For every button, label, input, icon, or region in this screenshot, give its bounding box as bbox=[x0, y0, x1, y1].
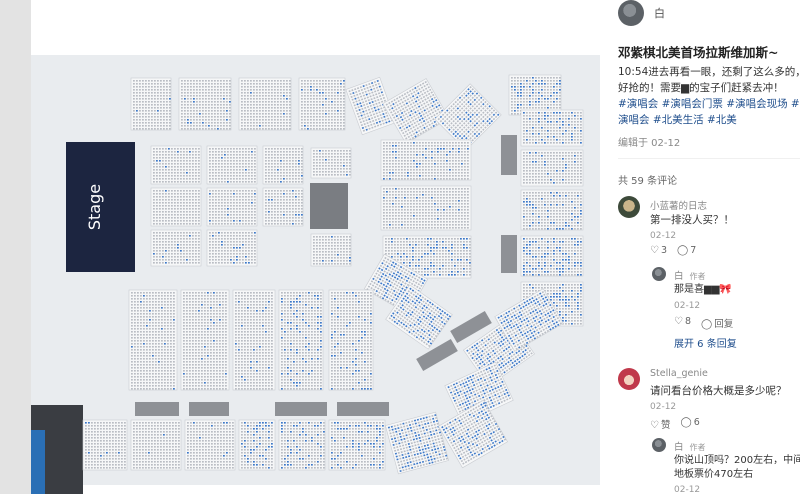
seat-section bbox=[130, 419, 182, 471]
divider bbox=[618, 158, 800, 159]
seat-section bbox=[508, 74, 562, 116]
seat-section bbox=[232, 289, 276, 391]
commenter-avatar[interactable] bbox=[618, 368, 640, 390]
chat-bubble-icon: ◯ bbox=[680, 417, 692, 428]
expand-replies-link[interactable]: 展开 6 条回复 bbox=[674, 335, 737, 350]
comment-actions: ♡ 3 ◯ 7 bbox=[650, 245, 696, 256]
chat-bubble-icon: ◯ bbox=[701, 319, 713, 330]
comment-date: 02-12 bbox=[650, 231, 677, 241]
seat-section bbox=[128, 289, 178, 391]
like-button[interactable]: ♡ 赞 bbox=[650, 417, 670, 431]
post-panel: 白 邓紫棋北美首场拉斯维加斯~ 10:54进去再看一眼，还剩了这么多的， 好抢的… bbox=[600, 0, 800, 494]
seat-section bbox=[238, 419, 276, 471]
commenter-name[interactable]: 小蓝薯的日志 bbox=[650, 198, 707, 212]
seat-section bbox=[178, 77, 232, 131]
post-tags[interactable]: #演唱会 #演唱会门票 #演唱会现场 #邓 bbox=[618, 96, 800, 112]
seat-section bbox=[150, 145, 202, 185]
author-tag: 作者 bbox=[689, 272, 706, 281]
seat-section bbox=[328, 289, 374, 391]
seat-section bbox=[262, 187, 304, 227]
seat-section bbox=[82, 419, 128, 471]
like-button[interactable]: ♡ 8 bbox=[674, 316, 691, 330]
heart-icon: ♡ bbox=[650, 420, 659, 431]
reply-date: 02-12 bbox=[674, 485, 701, 494]
comment-actions: ♡ 赞 ◯ 6 bbox=[650, 417, 700, 431]
stage-label: Stage bbox=[85, 184, 104, 230]
post-body: 10:54进去再看一眼，还剩了这么多的， 好抢的！需要▆的宝子们赶紧去冲！ #演… bbox=[618, 64, 800, 128]
seat-section bbox=[278, 419, 326, 471]
seat-section bbox=[520, 149, 584, 187]
seat-map-photo[interactable]: Stage bbox=[31, 0, 600, 494]
reply-avatar[interactable] bbox=[652, 267, 666, 281]
seat-section bbox=[380, 185, 472, 231]
comment-text: 第一排没人买？！ bbox=[650, 214, 734, 226]
reply-avatar[interactable] bbox=[652, 438, 666, 452]
reply-text-line: 地板票价470左右 bbox=[674, 469, 754, 480]
reply-text: 那是喜▆▆🎀 bbox=[674, 284, 732, 295]
post-body-line: 好抢的！需要▆的宝子们赶紧去冲！ bbox=[618, 82, 784, 94]
seat-section bbox=[150, 229, 202, 267]
reply-button[interactable]: ◯ 回复 bbox=[701, 316, 733, 330]
author-row[interactable]: 白 bbox=[618, 0, 665, 26]
commenter-name[interactable]: Stella_genie bbox=[650, 368, 708, 379]
reply-count-button[interactable]: ◯ 6 bbox=[680, 417, 699, 431]
seat-section bbox=[380, 139, 472, 181]
commenter-avatar[interactable] bbox=[618, 196, 640, 218]
reply-author[interactable]: 白作者 bbox=[674, 268, 706, 282]
heart-icon: ♡ bbox=[674, 316, 683, 327]
like-button[interactable]: ♡ 3 bbox=[650, 245, 667, 256]
reply-text: 你说山顶吗？200左右，中间se 地板票价470左右 bbox=[674, 454, 800, 482]
reply-author[interactable]: 白作者 bbox=[674, 439, 706, 453]
seat-section bbox=[520, 235, 584, 277]
reply-count-button[interactable]: ◯ 7 bbox=[677, 245, 696, 256]
post-title: 邓紫棋北美首场拉斯维加斯~ bbox=[618, 45, 779, 60]
comment-date: 02-12 bbox=[650, 402, 677, 412]
left-gutter bbox=[0, 0, 31, 494]
seat-section bbox=[206, 145, 258, 185]
seat-section bbox=[130, 77, 172, 131]
reply-text-line: 你说山顶吗？200左右，中间se bbox=[674, 455, 800, 466]
seat-section bbox=[520, 189, 584, 231]
seat-section bbox=[278, 289, 324, 391]
comment-count: 共 59 条评论 bbox=[618, 176, 678, 187]
seat-section bbox=[180, 289, 230, 391]
author-avatar[interactable] bbox=[618, 0, 644, 26]
seat-section bbox=[310, 147, 352, 179]
post-tags[interactable]: 演唱会 #北美生活 #北美 bbox=[618, 112, 800, 128]
seat-section bbox=[238, 77, 292, 131]
comment-text: 请问看台价格大概是多少呢？ bbox=[650, 385, 787, 397]
seat-section bbox=[520, 109, 584, 147]
seat-section bbox=[150, 187, 202, 227]
seat-section bbox=[328, 419, 386, 471]
seat-section bbox=[310, 233, 352, 267]
post-edit-date: 编辑于 02-12 bbox=[618, 138, 681, 149]
post-body-line: 10:54进去再看一眼，还剩了这么多的， bbox=[618, 66, 800, 78]
reply-date: 02-12 bbox=[674, 301, 701, 311]
seat-section bbox=[262, 145, 304, 185]
seat-section bbox=[184, 419, 236, 471]
author-tag: 作者 bbox=[689, 443, 706, 452]
seat-section bbox=[206, 229, 258, 267]
author-name[interactable]: 白 bbox=[654, 5, 665, 21]
chat-bubble-icon: ◯ bbox=[677, 245, 689, 256]
reply-actions: ♡ 8 ◯ 回复 bbox=[674, 316, 733, 330]
seat-map-image: Stage bbox=[31, 0, 600, 494]
seat-section bbox=[206, 187, 258, 227]
seat-section bbox=[298, 77, 346, 131]
heart-icon: ♡ bbox=[650, 245, 659, 256]
